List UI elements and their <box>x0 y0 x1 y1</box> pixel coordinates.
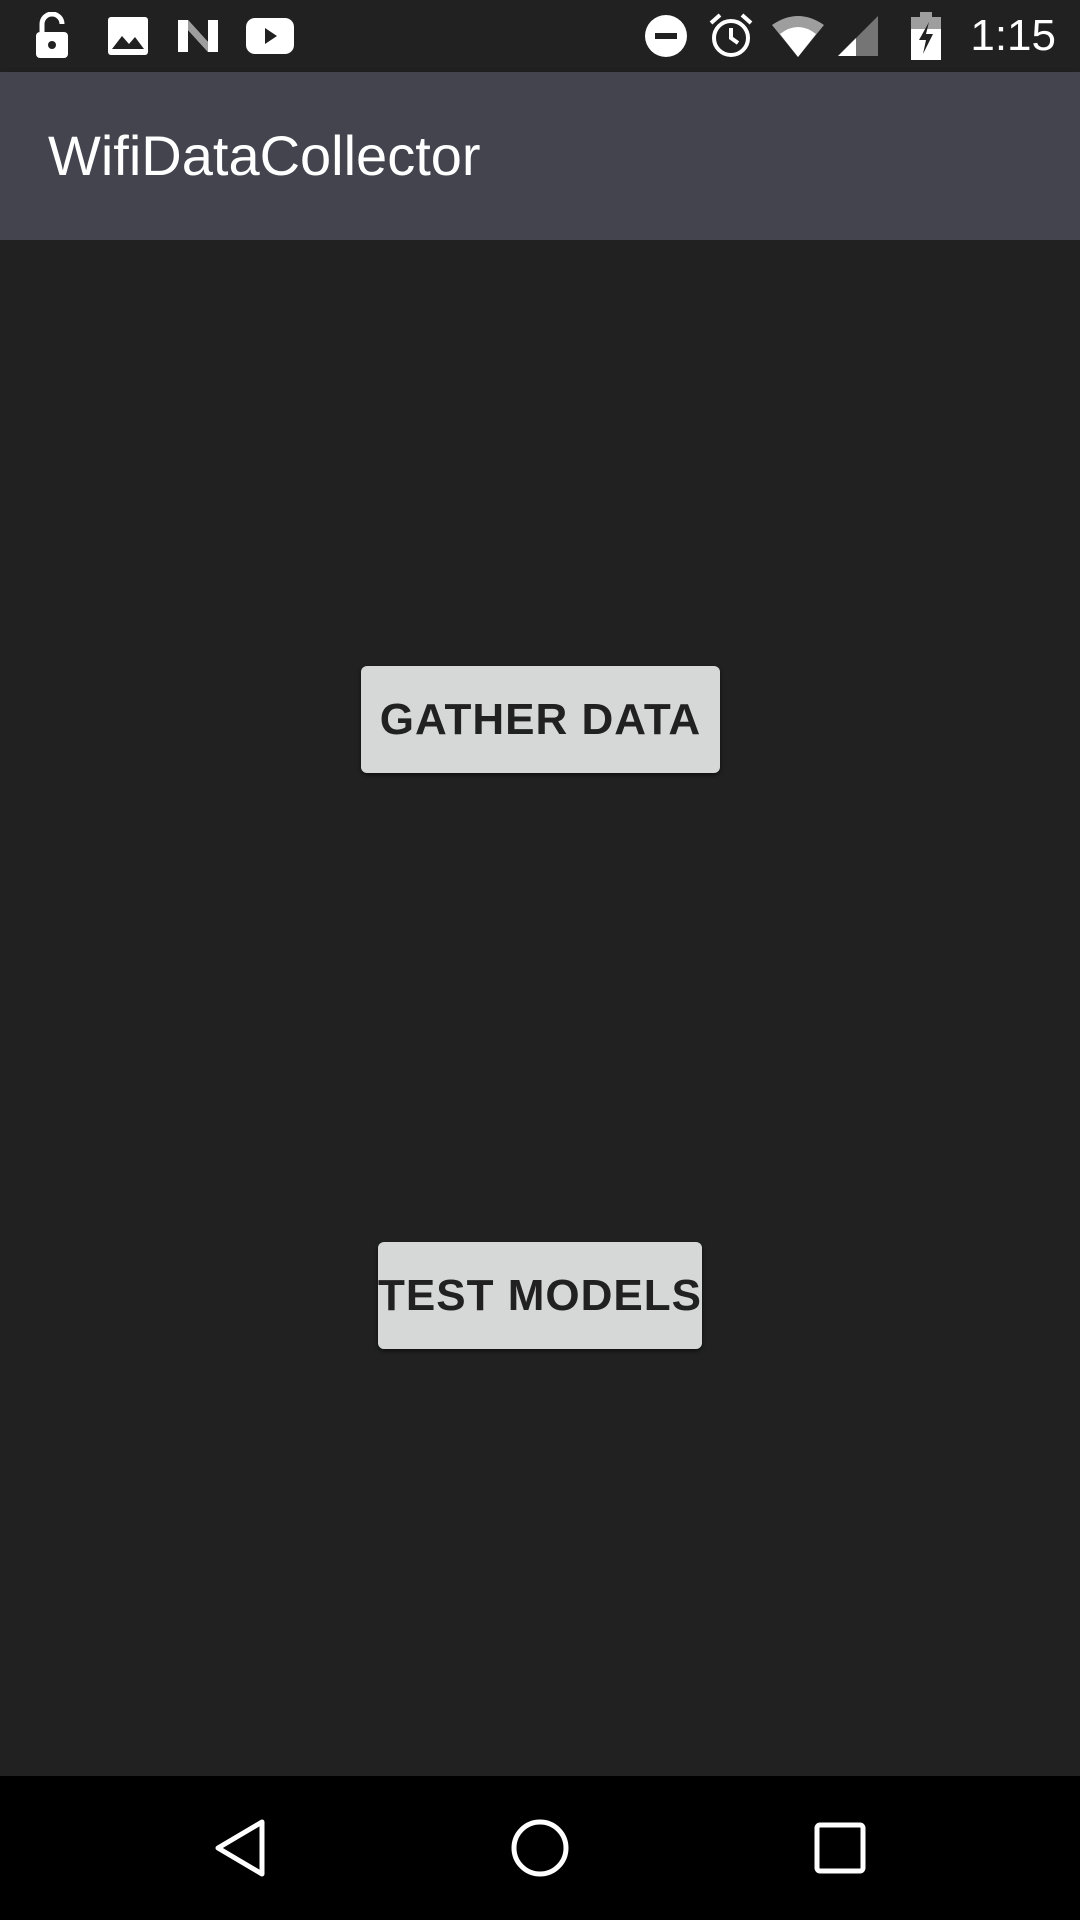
n-logo-icon <box>174 12 222 60</box>
app-bar: WifiDataCollector <box>0 72 1080 240</box>
status-time: 1:15 <box>970 11 1056 60</box>
recents-icon[interactable] <box>804 1812 876 1884</box>
alarm-icon <box>708 12 754 60</box>
gather-data-button[interactable]: GATHER DATA <box>361 666 720 773</box>
cell-signal-icon <box>836 12 880 60</box>
lock-open-icon <box>28 12 76 60</box>
image-icon <box>104 12 152 60</box>
navigation-bar <box>0 1776 1080 1920</box>
status-bar: 1:15 <box>0 0 1080 72</box>
screen: 1:15 WifiDataCollector GATHER DATA TEST … <box>0 0 1080 1920</box>
wifi-icon <box>772 12 824 60</box>
home-icon[interactable] <box>504 1812 576 1884</box>
main-content: GATHER DATA TEST MODELS <box>0 240 1080 1776</box>
battery-charging-icon <box>910 12 942 60</box>
test-models-button[interactable]: TEST MODELS <box>378 1242 702 1349</box>
back-icon[interactable] <box>204 1812 276 1884</box>
youtube-icon <box>246 12 294 60</box>
do-not-disturb-icon <box>644 12 688 60</box>
app-title: WifiDataCollector <box>48 124 481 187</box>
